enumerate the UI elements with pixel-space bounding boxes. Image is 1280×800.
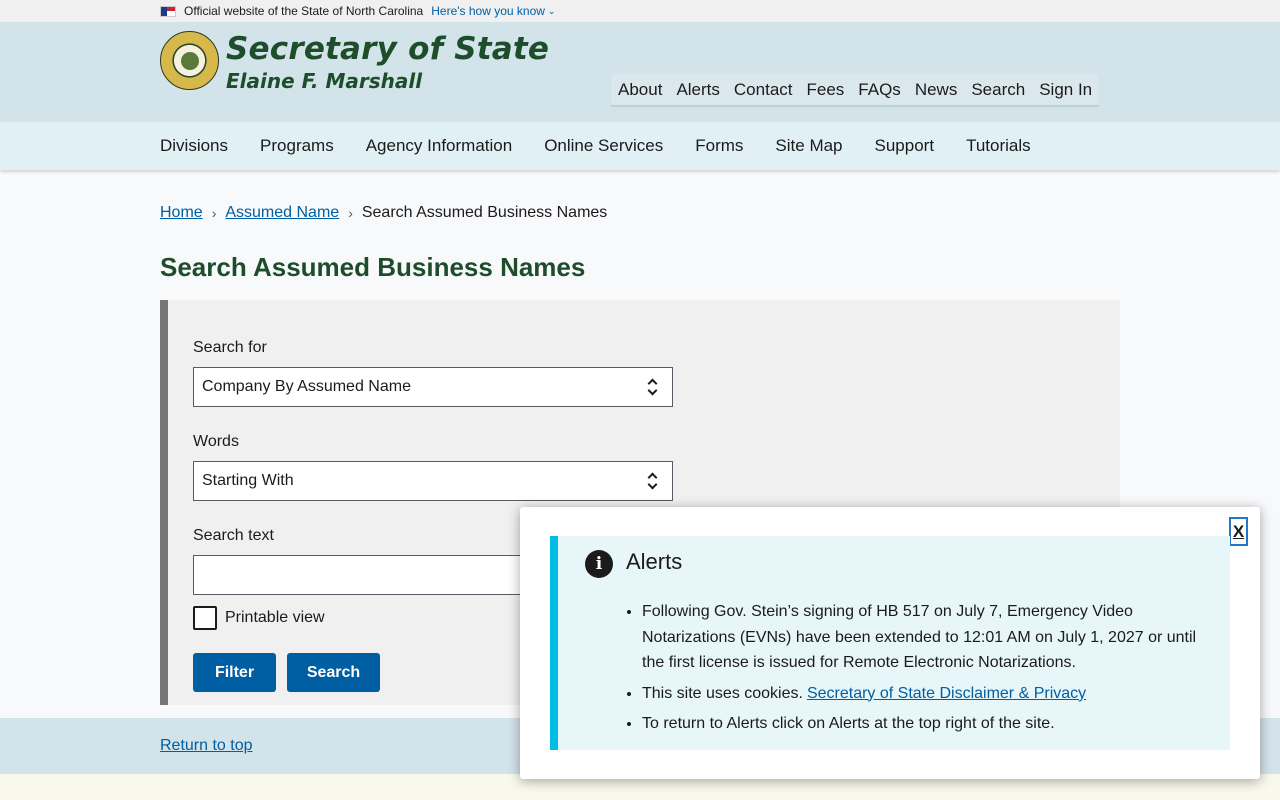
state-seal-logo[interactable] (160, 31, 219, 90)
return-to-top-link[interactable]: Return to top (160, 737, 253, 755)
util-nav-sign-in[interactable]: Sign In (1032, 74, 1099, 106)
alert-box: i Alerts Following Gov. Stein’s signing … (550, 536, 1230, 750)
heres-how-you-know-link[interactable]: Here's how you know ⌄ (431, 4, 555, 18)
filter-button[interactable]: Filter (193, 653, 276, 692)
main-nav-online-services[interactable]: Online Services (544, 136, 663, 156)
words-label: Words (193, 433, 239, 450)
search-text-label: Search text (193, 527, 274, 544)
chevron-right-icon: › (348, 205, 353, 221)
words-select[interactable]: Starting With (193, 461, 673, 501)
site-title[interactable]: Secretary of State (226, 31, 549, 67)
site-header: Secretary of State Elaine F. Marshall Ab… (0, 22, 1280, 122)
printable-view-option[interactable]: Printable view (193, 606, 325, 630)
main-nav-agency-information[interactable]: Agency Information (366, 136, 512, 156)
breadcrumb-home[interactable]: Home (160, 204, 203, 222)
main-nav-programs[interactable]: Programs (260, 136, 334, 156)
nc-flag-icon (160, 5, 176, 17)
page-title: Search Assumed Business Names (160, 252, 586, 282)
alert-cookies-text: This site uses cookies. (642, 684, 803, 702)
select-arrows-icon (648, 472, 658, 490)
info-icon: i (585, 550, 613, 578)
main-nav-support[interactable]: Support (875, 136, 935, 156)
alerts-modal: X i Alerts Following Gov. Stein’s signin… (520, 507, 1260, 779)
words-selected-value: Starting With (202, 472, 294, 489)
site-subtitle: Elaine F. Marshall (226, 69, 423, 93)
chevron-right-icon: › (211, 205, 217, 221)
main-content: Home › Assumed Name › Search Assumed Bus… (0, 202, 1280, 282)
util-nav-contact[interactable]: Contact (727, 74, 800, 106)
main-nav-site-map[interactable]: Site Map (775, 136, 842, 156)
util-nav-fees[interactable]: Fees (800, 74, 852, 106)
alert-item-evn: Following Gov. Stein’s signing of HB 517… (642, 599, 1202, 676)
main-nav: Divisions Programs Agency Information On… (0, 122, 1280, 170)
alert-list: Following Gov. Stein’s signing of HB 517… (642, 599, 1202, 742)
breadcrumb: Home › Assumed Name › Search Assumed Bus… (160, 202, 1280, 224)
breadcrumb-current: Search Assumed Business Names (361, 204, 608, 221)
select-arrows-icon (648, 378, 658, 396)
disclaimer-privacy-link[interactable]: Secretary of State Disclaimer & Privacy (807, 685, 1086, 702)
alert-item-return: To return to Alerts click on Alerts at t… (642, 711, 1202, 737)
main-nav-forms[interactable]: Forms (695, 136, 743, 156)
alert-item-cookies: This site uses cookies.Secretary of Stat… (642, 681, 1202, 707)
utility-nav: About Alerts Contact Fees FAQs News Sear… (611, 74, 1100, 106)
util-nav-alerts[interactable]: Alerts (669, 74, 726, 106)
gov-banner-text: Official website of the State of North C… (184, 4, 424, 18)
printable-view-label: Printable view (225, 609, 325, 626)
chevron-down-icon: ⌄ (547, 5, 556, 16)
util-nav-news[interactable]: News (908, 74, 965, 106)
printable-view-checkbox[interactable] (193, 606, 217, 630)
breadcrumb-assumed-name[interactable]: Assumed Name (225, 204, 339, 222)
util-nav-about[interactable]: About (611, 74, 669, 106)
search-for-select[interactable]: Company By Assumed Name (193, 367, 673, 407)
main-nav-tutorials[interactable]: Tutorials (966, 136, 1031, 156)
main-nav-divisions[interactable]: Divisions (160, 136, 228, 156)
search-button[interactable]: Search (287, 653, 380, 692)
alert-heading: Alerts (626, 549, 683, 574)
search-for-label: Search for (193, 339, 267, 356)
search-for-selected-value: Company By Assumed Name (202, 378, 411, 395)
util-nav-faqs[interactable]: FAQs (851, 74, 908, 106)
gov-banner: Official website of the State of North C… (0, 0, 1280, 22)
util-nav-search[interactable]: Search (964, 74, 1032, 106)
heres-how-you-know-label: Here's how you know (431, 4, 545, 18)
close-alerts-button[interactable]: X (1229, 517, 1248, 546)
